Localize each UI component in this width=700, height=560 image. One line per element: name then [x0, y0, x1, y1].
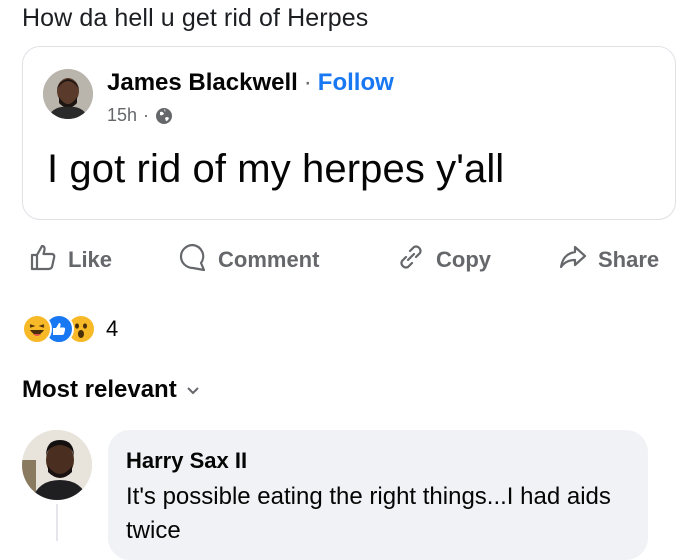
- sort-label: Most relevant: [22, 376, 177, 403]
- author-name[interactable]: James Blackwell: [107, 69, 298, 97]
- post-timestamp[interactable]: 15h: [107, 105, 137, 126]
- commenter-name[interactable]: Harry Sax II: [126, 448, 630, 474]
- comment-text: It's possible eating the right things...…: [126, 483, 611, 544]
- author-line: James Blackwell · Follow: [107, 69, 394, 97]
- post-text: How da hell u get rid of Herpes: [22, 4, 369, 32]
- comment-label: Comment: [218, 247, 320, 272]
- reaction-count: 4: [106, 316, 119, 341]
- comment-button[interactable]: Comment: [178, 240, 319, 280]
- comment-bubble-icon: [178, 242, 208, 278]
- post-meta: 15h ·: [107, 105, 173, 126]
- haha-reaction-icon: [22, 314, 52, 344]
- commenter-avatar[interactable]: [22, 430, 92, 500]
- separator-dot: ·: [303, 69, 312, 96]
- chevron-down-icon: [187, 382, 199, 398]
- shared-post-body: I got rid of my herpes y'all: [47, 147, 505, 191]
- follow-button[interactable]: Follow: [318, 69, 394, 97]
- globe-icon: [155, 107, 173, 125]
- copy-button[interactable]: Copy: [396, 240, 491, 280]
- like-button[interactable]: Like: [28, 240, 112, 280]
- share-button[interactable]: Share: [558, 240, 659, 280]
- meta-separator: ·: [143, 105, 150, 125]
- shared-post-card[interactable]: James Blackwell · Follow 15h · I got rid…: [22, 46, 676, 220]
- share-label: Share: [598, 247, 660, 272]
- thumbs-up-icon: [28, 242, 58, 278]
- like-label: Like: [68, 247, 113, 272]
- comment-sort-dropdown[interactable]: Most relevant: [22, 376, 199, 404]
- thread-line: [56, 504, 58, 541]
- copy-label: Copy: [436, 247, 491, 272]
- author-avatar[interactable]: [43, 69, 93, 119]
- action-bar: Like Comment Copy Share: [28, 240, 678, 280]
- link-icon: [396, 242, 426, 278]
- share-arrow-icon: [558, 242, 588, 278]
- reactions-summary[interactable]: 4: [22, 314, 118, 344]
